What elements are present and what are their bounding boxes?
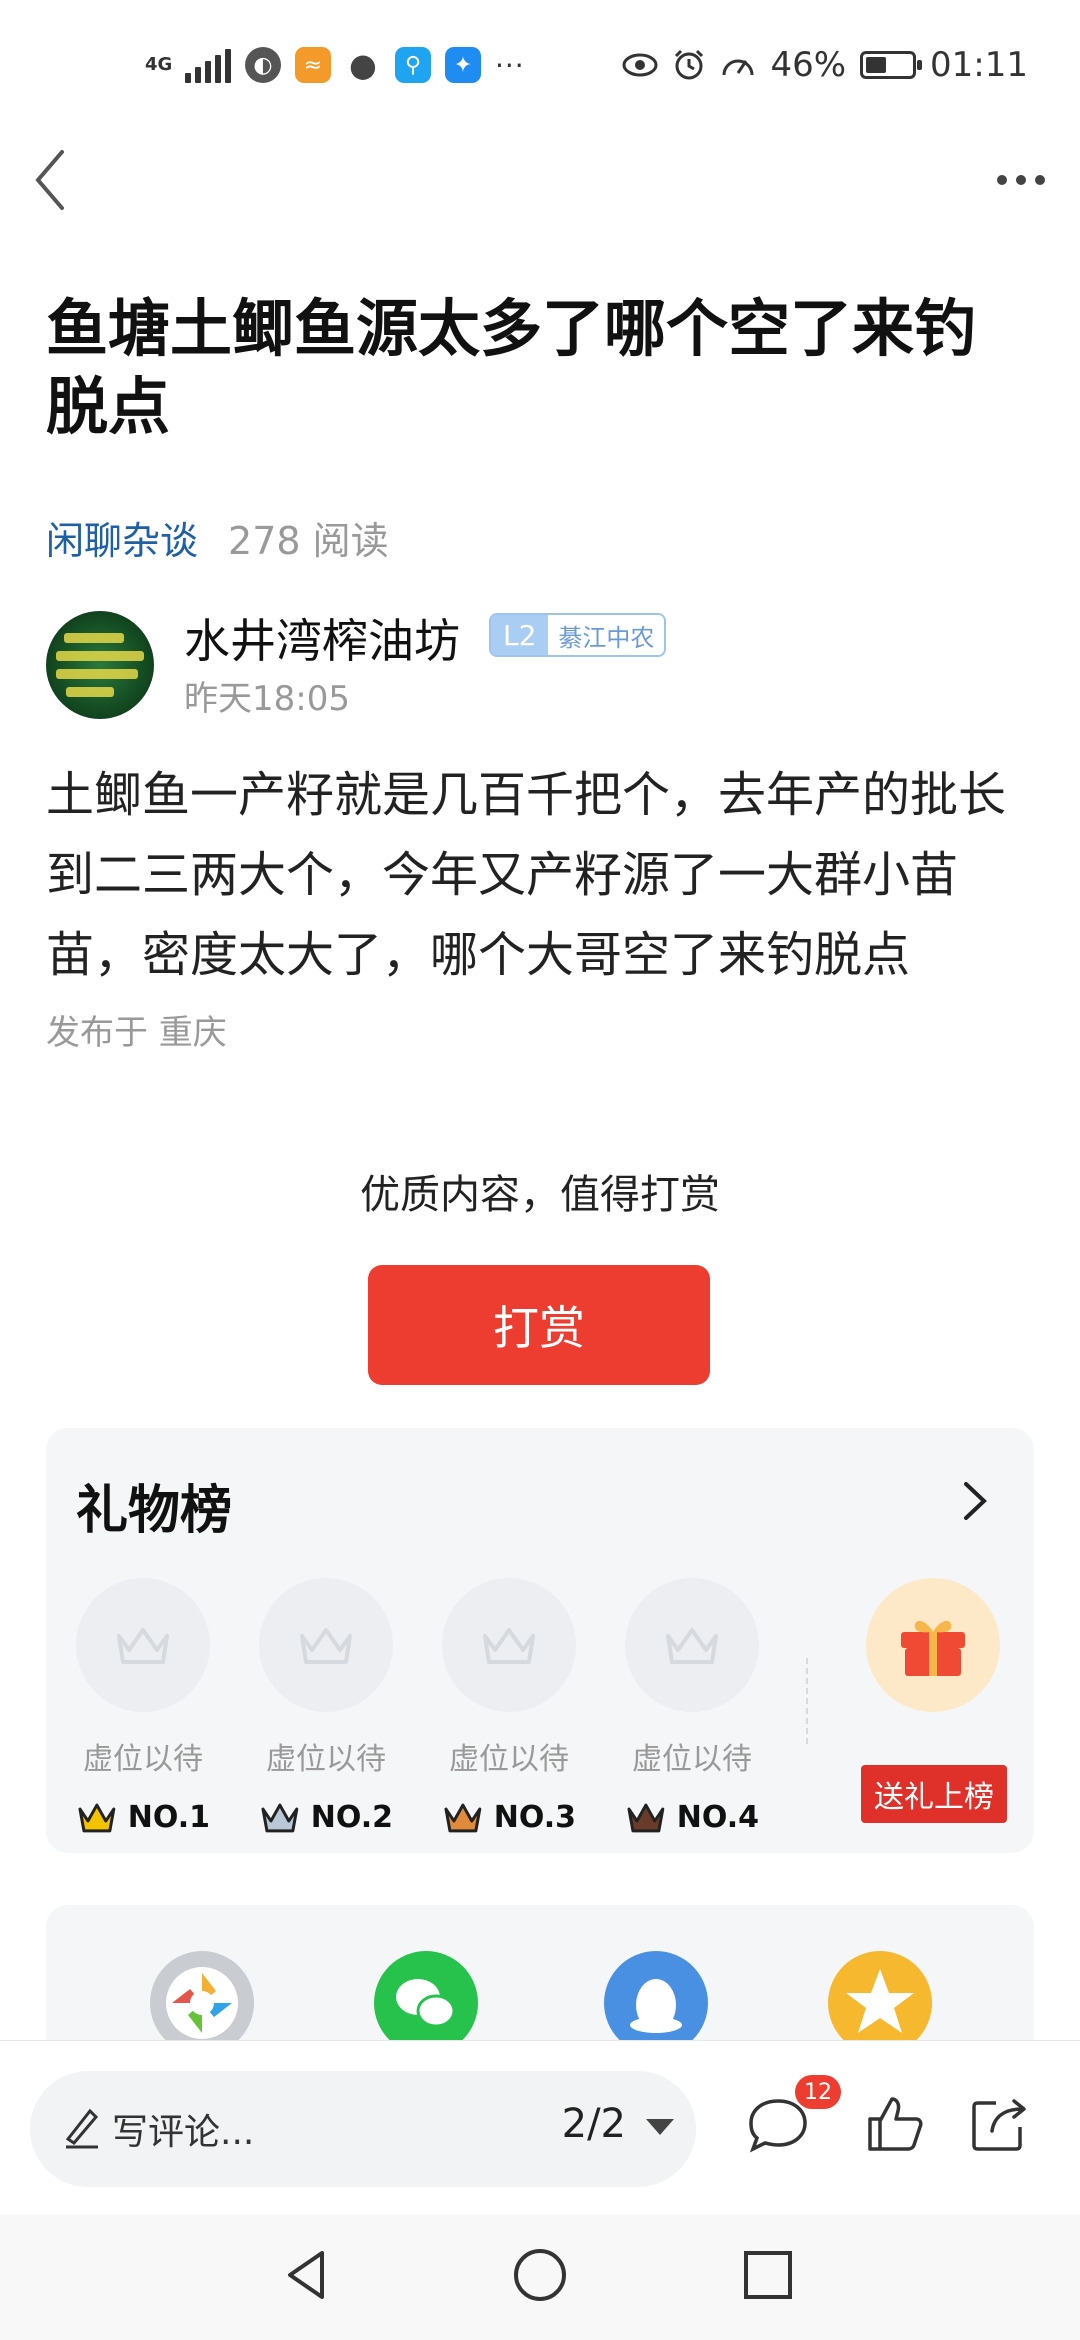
- slot-label: 虚位以待: [83, 1742, 203, 1777]
- system-nav-bar: [0, 2215, 1080, 2340]
- chat-bubble-icon: ●: [349, 46, 377, 84]
- slot-label: 虚位以待: [449, 1742, 569, 1777]
- crown-placeholder-icon: [442, 1578, 576, 1712]
- eye-icon: [622, 53, 658, 77]
- rank-label: NO.4: [676, 1800, 759, 1835]
- orange-app-icon: ≈: [295, 47, 331, 83]
- slot-rank: NO.3: [442, 1800, 576, 1835]
- crown-placeholder-icon: [625, 1578, 759, 1712]
- send-gift-button[interactable]: 送礼上榜: [861, 1765, 1007, 1823]
- page-indicator[interactable]: 2/2: [562, 2101, 626, 2147]
- comment-placeholder: 写评论...: [112, 2112, 255, 2153]
- comment-count-badge: 12: [795, 2075, 841, 2109]
- share-icon[interactable]: [966, 2091, 1032, 2157]
- gift-box-icon[interactable]: [866, 1578, 1000, 1712]
- gift-board-title: 礼物榜: [76, 1481, 233, 1541]
- post-location: 发布于 重庆: [46, 1013, 227, 1053]
- more-options-icon[interactable]: [986, 150, 1056, 210]
- alarm-icon: [675, 49, 704, 80]
- more-notifications-icon: ···: [495, 48, 525, 82]
- rank-label: NO.3: [493, 1800, 576, 1835]
- post-title: 鱼塘土鲫鱼源太多了哪个空了来钓脱点: [46, 292, 977, 443]
- nav-home-icon[interactable]: [510, 2245, 570, 2305]
- crown-placeholder-icon: [259, 1578, 393, 1712]
- back-arrow-icon[interactable]: [24, 140, 84, 220]
- nav-back-icon[interactable]: [278, 2245, 338, 2305]
- network-type: 4G: [145, 54, 173, 75]
- rank-label: NO.2: [310, 1800, 393, 1835]
- like-icon[interactable]: [862, 2091, 928, 2157]
- battery-level: [866, 57, 887, 73]
- bronze-crown-icon: [444, 1803, 482, 1832]
- status-bar: 4G ◐ ≈ ● ⚲ ✦ ··· 46% 01:11: [0, 0, 1080, 130]
- slot-rank: NO.1: [76, 1800, 210, 1835]
- read-count: 278 阅读: [228, 519, 389, 563]
- gift-slot[interactable]: 虚位以待 NO.4: [625, 1578, 759, 1835]
- author-row[interactable]: 水井湾榨油坊 L2 綦江中农 昨天18:05: [46, 605, 1036, 725]
- slot-rank: NO.4: [625, 1800, 759, 1835]
- slot-rank: NO.2: [259, 1800, 393, 1835]
- search-app-icon: ⚲: [395, 47, 431, 83]
- chevron-right-icon[interactable]: [954, 1476, 994, 1526]
- rank-label: NO.1: [127, 1800, 210, 1835]
- speed-icon: [722, 59, 754, 76]
- crown-placeholder-icon: [76, 1578, 210, 1712]
- status-right: 46% 01:11: [622, 40, 1028, 90]
- reward-button[interactable]: 打赏: [368, 1265, 710, 1385]
- post-time: 昨天18:05: [184, 679, 350, 719]
- browser-app-icon: ◐: [245, 47, 281, 83]
- gift-slot[interactable]: 虚位以待 NO.1: [76, 1578, 210, 1835]
- slot-label: 虚位以待: [266, 1742, 386, 1777]
- article-page: 4G ◐ ≈ ● ⚲ ✦ ··· 46% 01:11 鱼塘土鲫鱼源太多了哪个空了…: [0, 0, 1080, 2340]
- divider: [806, 1658, 808, 1744]
- silver-crown-icon: [261, 1803, 299, 1832]
- category-link[interactable]: 闲聊杂谈: [46, 510, 198, 565]
- post-meta: 闲聊杂谈 278 阅读: [46, 510, 389, 565]
- status-left: 4G ◐ ≈ ● ⚲ ✦ ···: [145, 40, 525, 90]
- author-name[interactable]: 水井湾榨油坊: [184, 605, 460, 671]
- level-label: L2: [491, 615, 549, 655]
- author-level-badge: L2 綦江中农: [489, 613, 667, 657]
- caret-down-icon[interactable]: [646, 2119, 674, 2135]
- reward-hint: 优质内容，值得打赏: [360, 1172, 720, 1218]
- brown-crown-icon: [627, 1803, 665, 1832]
- battery-icon: [860, 51, 923, 79]
- signal-icon: [185, 47, 231, 83]
- avatar[interactable]: [46, 611, 154, 719]
- gift-board: 礼物榜 虚位以待 NO.1 虚位以待 NO.2 虚位以待 NO.3 虚位以待 N…: [46, 1428, 1034, 1853]
- nav-recents-icon[interactable]: [738, 2245, 798, 2305]
- comment-input[interactable]: 写评论... 2/2: [30, 2071, 696, 2187]
- clock: 01:11: [930, 45, 1028, 85]
- gold-crown-icon: [78, 1803, 116, 1832]
- post-body: 土鲫鱼一产籽就是几百千把个，去年产的批长到二三两大个，今年又产籽源了一大群小苗苗…: [46, 767, 1007, 983]
- gift-slot[interactable]: 虚位以待 NO.3: [442, 1578, 576, 1835]
- bottom-action-bar: 写评论... 2/2 12: [0, 2040, 1080, 2215]
- bulb-app-icon: ✦: [445, 47, 481, 83]
- slot-label: 虚位以待: [632, 1742, 752, 1777]
- org-label: 綦江中农: [548, 615, 665, 655]
- gift-slot[interactable]: 虚位以待 NO.2: [259, 1578, 393, 1835]
- pen-icon: [65, 2108, 99, 2149]
- battery-percent: 46%: [770, 45, 847, 85]
